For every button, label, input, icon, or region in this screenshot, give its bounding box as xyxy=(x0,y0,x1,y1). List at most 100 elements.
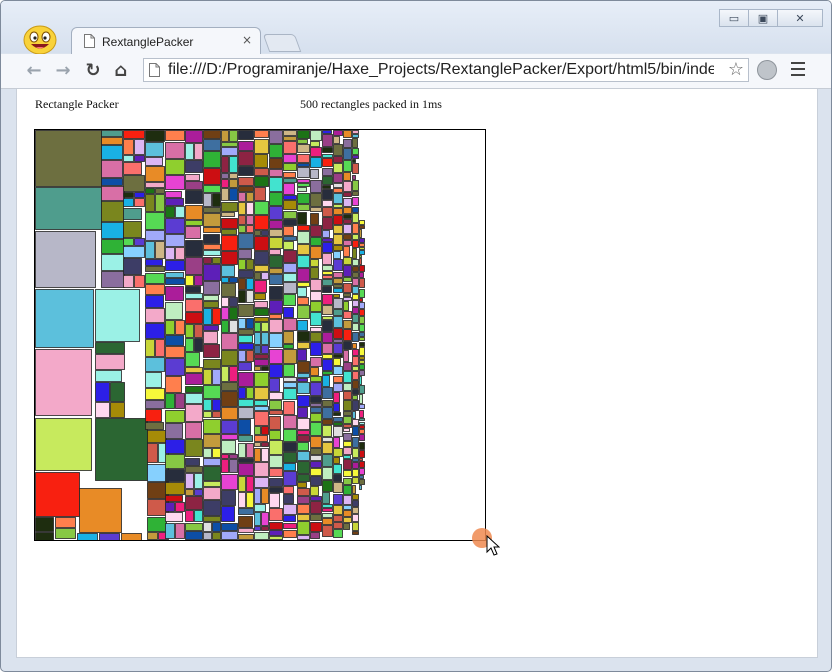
packed-rect xyxy=(269,536,283,540)
packed-rect xyxy=(352,259,359,266)
packed-rect xyxy=(297,139,308,144)
packed-rect xyxy=(352,207,359,213)
packed-rect xyxy=(185,489,194,496)
packed-rect xyxy=(229,320,238,333)
packed-rect xyxy=(123,238,134,246)
maximize-button[interactable]: ▣ xyxy=(748,9,778,27)
packed-rect xyxy=(283,494,294,504)
tab-close-icon[interactable]: × xyxy=(242,33,252,47)
packed-rect xyxy=(333,457,340,464)
packed-rect xyxy=(203,516,221,522)
reload-icon[interactable]: ↻ xyxy=(82,59,104,81)
packed-rect xyxy=(145,230,165,241)
packed-rect xyxy=(343,517,352,523)
packed-rect xyxy=(254,442,261,447)
packed-rect xyxy=(175,502,185,512)
packed-rect xyxy=(297,255,310,268)
menu-icon[interactable] xyxy=(791,62,805,80)
packed-rect xyxy=(343,371,352,383)
packed-rect xyxy=(165,523,175,539)
packed-rect xyxy=(95,418,148,481)
extension-icon[interactable] xyxy=(757,60,777,80)
packed-rect xyxy=(352,130,359,134)
packed-rect xyxy=(203,369,212,385)
packed-rect xyxy=(229,173,238,179)
packed-rect xyxy=(343,160,352,172)
packed-rect xyxy=(203,458,221,466)
packed-rect xyxy=(322,158,333,167)
close-window-button[interactable]: ✕ xyxy=(777,9,823,27)
packed-rect xyxy=(269,487,283,493)
packed-rect xyxy=(310,147,322,157)
packed-rect xyxy=(175,393,185,409)
packed-rect xyxy=(322,480,333,492)
packed-rect xyxy=(359,316,365,324)
packed-rect xyxy=(101,145,123,160)
packed-rect xyxy=(221,420,238,434)
packed-rect xyxy=(95,382,110,402)
new-tab-button[interactable] xyxy=(262,34,302,52)
packed-rect xyxy=(221,235,238,251)
packed-rect xyxy=(283,282,297,294)
browser-toolbar: ← → ↻ ⌂ file:///D:/Programiranje/Haxe_Pr… xyxy=(1,54,831,89)
packed-rect xyxy=(261,272,269,280)
packed-rect xyxy=(238,407,254,419)
packed-rect xyxy=(359,485,362,490)
bookmark-star-icon[interactable]: ☆ xyxy=(728,59,744,80)
packed-rect xyxy=(185,275,194,286)
packed-rect xyxy=(343,240,352,246)
address-bar[interactable]: file:///D:/Programiranje/Haxe_Projects/R… xyxy=(143,58,749,82)
packed-rect xyxy=(343,433,352,441)
packed-rect xyxy=(359,272,364,278)
packed-rect xyxy=(359,442,365,450)
packed-rect xyxy=(343,257,352,265)
packed-rect xyxy=(359,475,364,479)
packed-rect xyxy=(261,442,269,447)
packed-rect xyxy=(269,430,281,440)
packed-rect xyxy=(123,130,145,139)
packed-rect xyxy=(229,307,238,320)
packed-rect xyxy=(134,275,145,288)
forward-arrow-icon[interactable]: → xyxy=(52,59,74,81)
packed-rect xyxy=(283,250,297,263)
browser-tab[interactable]: RextanglePacker × xyxy=(71,27,261,55)
packed-rect xyxy=(352,494,359,500)
packed-rect xyxy=(185,386,203,393)
back-arrow-icon[interactable]: ← xyxy=(23,59,45,81)
minimize-button[interactable]: ▭ xyxy=(719,9,749,27)
packed-rect xyxy=(333,392,340,403)
packed-rect xyxy=(322,253,332,265)
packed-rect xyxy=(269,229,283,237)
packed-rect xyxy=(185,257,203,275)
packed-rect xyxy=(145,273,165,284)
packed-rect xyxy=(359,247,365,250)
packed-rect xyxy=(283,377,297,382)
packed-rect xyxy=(238,225,246,233)
packed-rect xyxy=(246,202,254,215)
packed-rect xyxy=(359,225,365,229)
home-icon[interactable]: ⌂ xyxy=(110,59,132,81)
packed-rect xyxy=(185,220,203,226)
packed-rect xyxy=(238,335,253,343)
packed-rect xyxy=(359,265,365,272)
packed-rect xyxy=(310,301,322,312)
packed-rect xyxy=(352,458,359,462)
packed-rect xyxy=(145,130,165,142)
packed-rect xyxy=(269,268,283,274)
packed-rect xyxy=(283,530,297,538)
packed-rect xyxy=(79,488,122,533)
packed-rect xyxy=(352,395,358,400)
packed-rect xyxy=(165,191,182,198)
packed-rect xyxy=(283,382,297,388)
packed-rect xyxy=(185,240,203,257)
url-text[interactable]: file:///D:/Programiranje/Haxe_Projects/R… xyxy=(168,61,714,79)
packed-rect xyxy=(185,130,203,143)
packed-rect xyxy=(297,225,310,231)
packed-rect xyxy=(269,220,283,229)
packed-rect xyxy=(254,372,269,387)
browser-window: ▭ ▣ ✕ RextanglePacker × ← → ↻ ⌂ file:///… xyxy=(0,0,832,672)
packed-rect xyxy=(165,218,185,234)
packed-rect xyxy=(322,294,333,305)
packed-rect xyxy=(359,347,365,356)
packed-rect xyxy=(359,479,365,485)
